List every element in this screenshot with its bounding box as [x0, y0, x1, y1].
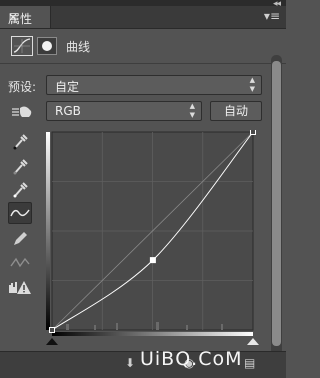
- white-point-slider: [247, 338, 259, 345]
- white-point-eyedropper-icon[interactable]: [8, 178, 32, 200]
- panel-menu-icon[interactable]: ▾≡: [264, 9, 280, 23]
- curve-control-point[interactable]: [250, 129, 256, 135]
- preset-value: 自定: [55, 80, 80, 94]
- chevron-updown-icon: ▲ ▼: [249, 76, 255, 93]
- curve-control-point[interactable]: [49, 327, 55, 333]
- curves-graph[interactable]: [46, 129, 268, 349]
- panel-scrollbar[interactable]: [271, 55, 282, 355]
- layer-mask-icon[interactable]: [37, 37, 57, 55]
- auto-button[interactable]: 自动: [210, 101, 262, 121]
- scrollbar-thumb[interactable]: [272, 61, 281, 346]
- clipping-warning-icon[interactable]: [8, 276, 32, 298]
- output-gradient-bar: [46, 132, 50, 330]
- smooth-icon[interactable]: [8, 252, 32, 274]
- preset-select[interactable]: 自定 ▲ ▼: [46, 75, 262, 95]
- clip-to-layer-icon[interactable]: ⬇: [125, 356, 135, 370]
- curve-control-point[interactable]: [149, 257, 156, 264]
- hand-adjust-icon[interactable]: [10, 101, 34, 123]
- curves-adjustment-icon[interactable]: [11, 36, 33, 56]
- gray-point-eyedropper-icon[interactable]: [8, 155, 32, 177]
- chevron-updown-icon: ▲ ▼: [189, 102, 195, 119]
- channel-select[interactable]: RGB ▲ ▼: [46, 101, 202, 121]
- delete-icon[interactable]: ▤: [244, 356, 255, 370]
- edit-points-curve-icon[interactable]: [8, 202, 32, 224]
- black-point-slider: [46, 338, 58, 345]
- adjustment-title: 曲线: [66, 40, 91, 54]
- watermark-logo: UiBQ.CoM: [140, 348, 243, 370]
- close-icon[interactable]: ×: [8, 10, 18, 24]
- panel-tab-bar: 属性 × ▾≡: [0, 6, 286, 29]
- channel-value: RGB: [55, 104, 81, 118]
- input-gradient-bar: [52, 332, 253, 336]
- tab-properties[interactable]: 属性 ×: [0, 6, 51, 28]
- properties-header: 曲线: [0, 29, 286, 64]
- black-point-eyedropper-icon[interactable]: [8, 130, 32, 152]
- pencil-draw-icon[interactable]: [8, 228, 32, 250]
- preset-label: 预设:: [8, 80, 37, 94]
